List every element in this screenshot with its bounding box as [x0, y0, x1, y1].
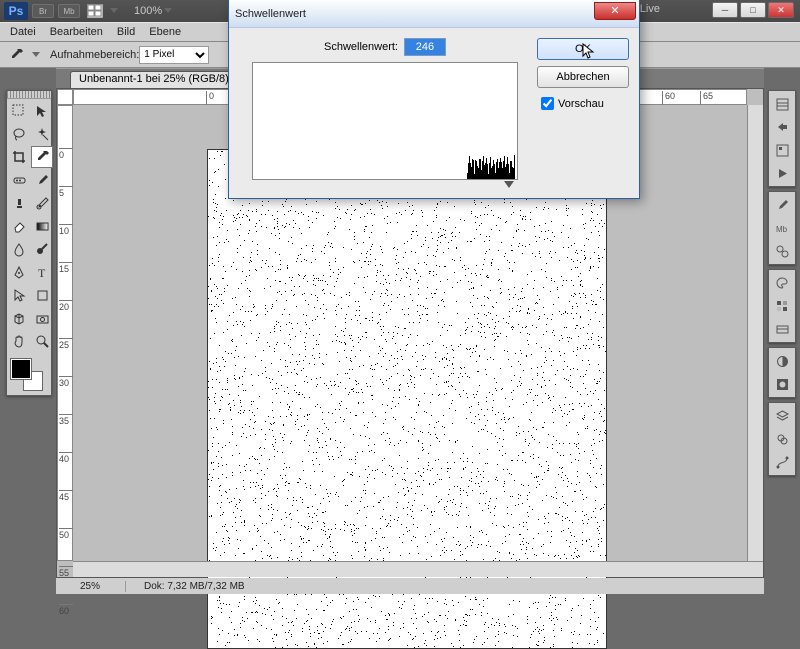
status-zoom[interactable]: 25%: [56, 581, 126, 592]
foreground-color-swatch[interactable]: [11, 359, 31, 379]
adjust-panel-icon[interactable]: [772, 351, 792, 371]
vertical-scrollbar[interactable]: [747, 105, 763, 561]
schwellenwert-input[interactable]: [404, 38, 446, 56]
horizontal-scrollbar[interactable]: [73, 561, 763, 577]
paths-panel-icon[interactable]: [772, 452, 792, 472]
eyedropper-tool-icon[interactable]: [31, 146, 53, 168]
vertical-ruler[interactable]: 051015202530354045505560: [57, 105, 73, 561]
eyedropper-icon[interactable]: [8, 46, 26, 64]
minibridge-badge[interactable]: Mb: [58, 4, 80, 18]
status-bar: 25% Dok: 7,32 MB/7,32 MB: [56, 578, 764, 594]
menu-bearbeiten[interactable]: Bearbeiten: [50, 26, 103, 38]
svg-text:Mb: Mb: [776, 225, 788, 234]
crop-tool-icon[interactable]: [8, 146, 30, 168]
menu-datei[interactable]: Datei: [10, 26, 36, 38]
actions-panel-icon[interactable]: [772, 117, 792, 137]
shape-tool-icon[interactable]: [31, 284, 53, 306]
camera-tool-icon[interactable]: [31, 307, 53, 329]
chevron-down-icon[interactable]: [32, 52, 40, 58]
schwellenwert-label: Schwellenwert:: [324, 41, 398, 53]
svg-text:T: T: [38, 266, 46, 280]
stamp-tool-icon[interactable]: [8, 192, 30, 214]
dialog-titlebar[interactable]: Schwellenwert ✕: [229, 0, 639, 28]
aufnahmebereich-label: Aufnahmebereich:: [50, 49, 139, 61]
arrange-docs-icon[interactable]: [84, 3, 106, 19]
sample-size-select[interactable]: 1 Pixel: [139, 46, 209, 64]
brush-tool-icon[interactable]: [31, 169, 53, 191]
zoom-readout[interactable]: 100%: [134, 5, 162, 17]
styles-panel-icon[interactable]: [772, 319, 792, 339]
history-panel-icon[interactable]: [772, 94, 792, 114]
app-logo-icon: Ps: [4, 2, 28, 20]
chevron-down-icon[interactable]: [110, 8, 118, 14]
dialog-title: Schwellenwert: [235, 8, 594, 20]
histogram[interactable]: [252, 62, 518, 180]
ok-button[interactable]: OK: [537, 38, 629, 60]
move-tool-icon[interactable]: [8, 100, 30, 122]
eraser-tool-icon[interactable]: [8, 215, 30, 237]
hand-tool-icon[interactable]: [8, 330, 30, 352]
chevron-down-icon[interactable]: [164, 8, 172, 14]
cursor-icon: [582, 43, 596, 61]
minimize-button[interactable]: ─: [712, 2, 738, 18]
swatches-panel-icon[interactable]: [772, 296, 792, 316]
vorschau-checkbox[interactable]: [541, 97, 554, 110]
play-panel-icon[interactable]: [772, 163, 792, 183]
lasso-tool-icon[interactable]: [8, 123, 30, 145]
channels-panel-icon[interactable]: [772, 429, 792, 449]
minibridge-panel-icon[interactable]: Mb: [772, 218, 792, 238]
mask-panel-icon[interactable]: [772, 374, 792, 394]
gradient-tool-icon[interactable]: [31, 215, 53, 237]
clone-panel-icon[interactable]: [772, 241, 792, 261]
wand-tool-icon[interactable]: [31, 123, 53, 145]
schwellenwert-dialog: Schwellenwert ✕ Schwellenwert: OK Abbrec…: [228, 0, 640, 199]
dialog-close-button[interactable]: ✕: [594, 2, 636, 20]
color-panel-icon[interactable]: [772, 273, 792, 293]
right-dock: Mb: [768, 90, 796, 476]
menu-bild[interactable]: Bild: [117, 26, 135, 38]
document-tab[interactable]: Unbenannt-1 bei 25% (RGB/8): [70, 71, 238, 89]
tools-palette: T: [6, 90, 52, 396]
menu-ebene[interactable]: Ebene: [149, 26, 181, 38]
palette-grip[interactable]: [7, 91, 51, 99]
vorschau-label: Vorschau: [558, 98, 604, 110]
history-brush-icon[interactable]: [31, 192, 53, 214]
maximize-button[interactable]: □: [740, 2, 766, 18]
window-controls: ─ □ ✕: [712, 2, 794, 18]
threshold-slider-icon[interactable]: [504, 181, 514, 188]
path-select-icon[interactable]: [8, 284, 30, 306]
bridge-badge[interactable]: Br: [32, 4, 54, 18]
dodge-tool-icon[interactable]: [31, 238, 53, 260]
ruler-origin[interactable]: [57, 89, 73, 105]
close-button[interactable]: ✕: [768, 2, 794, 18]
arrow-tool-icon[interactable]: [31, 100, 53, 122]
blur-tool-icon[interactable]: [8, 238, 30, 260]
fg-bg-swatch[interactable]: [9, 357, 49, 389]
pen-tool-icon[interactable]: [8, 261, 30, 283]
cancel-button[interactable]: Abbrechen: [537, 66, 629, 88]
3d-tool-icon[interactable]: [8, 307, 30, 329]
brush-panel-icon[interactable]: [772, 195, 792, 215]
status-doc-size[interactable]: Dok: 7,32 MB/7,32 MB: [126, 581, 245, 592]
heal-tool-icon[interactable]: [8, 169, 30, 191]
properties-panel-icon[interactable]: [772, 140, 792, 160]
layers-panel-icon[interactable]: [772, 406, 792, 426]
zoom-tool-icon[interactable]: [31, 330, 53, 352]
type-tool-icon[interactable]: T: [31, 261, 53, 283]
